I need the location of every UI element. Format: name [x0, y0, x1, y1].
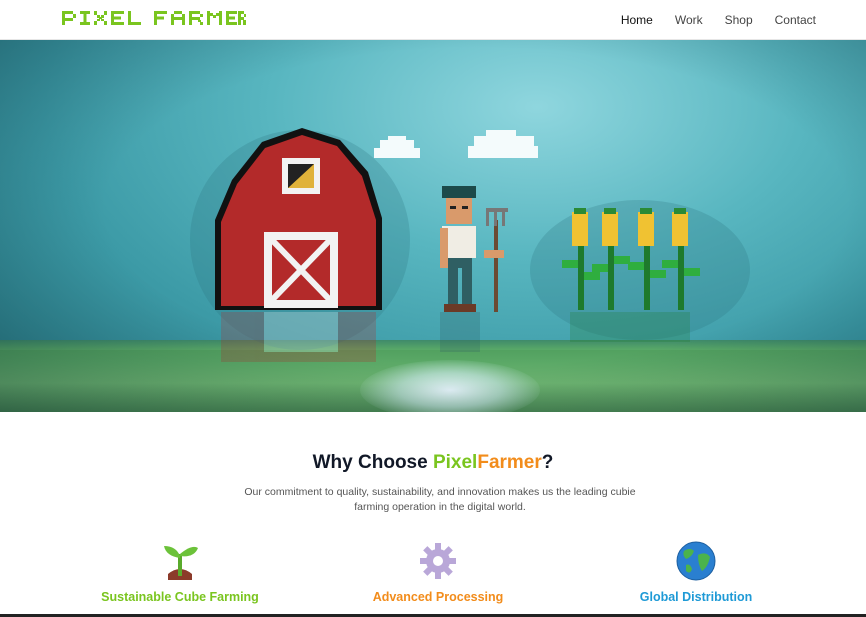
nav-link-home[interactable]: Home [621, 13, 653, 27]
section-title: Why Choose PixelFarmer? [312, 452, 554, 473]
nav-link-contact[interactable]: Contact [775, 13, 816, 27]
navbar: Home Work Shop Contact [0, 0, 866, 40]
feature-label: Advanced Processing [372, 590, 504, 604]
gear-icon [420, 543, 456, 579]
nav-link-shop[interactable]: Shop [725, 13, 753, 27]
pixel-farmer-logo [62, 11, 246, 25]
globe-icon [676, 541, 716, 581]
nav-link-work[interactable]: Work [675, 13, 703, 27]
nav-menu: Home Work Shop Contact [621, 0, 816, 40]
section-description: Our commitment to quality, sustainabilit… [244, 486, 636, 513]
feature-sustainable: Sustainable Cube Farming [70, 540, 290, 604]
seedling-icon [164, 546, 198, 580]
feature-distribution: Global Distribution [586, 540, 806, 604]
feature-label: Global Distribution [639, 590, 753, 604]
feature-processing: Advanced Processing [328, 540, 548, 604]
hero-banner [0, 40, 866, 412]
feature-label: Sustainable Cube Farming [101, 590, 259, 604]
brand-logo[interactable] [62, 9, 246, 27]
